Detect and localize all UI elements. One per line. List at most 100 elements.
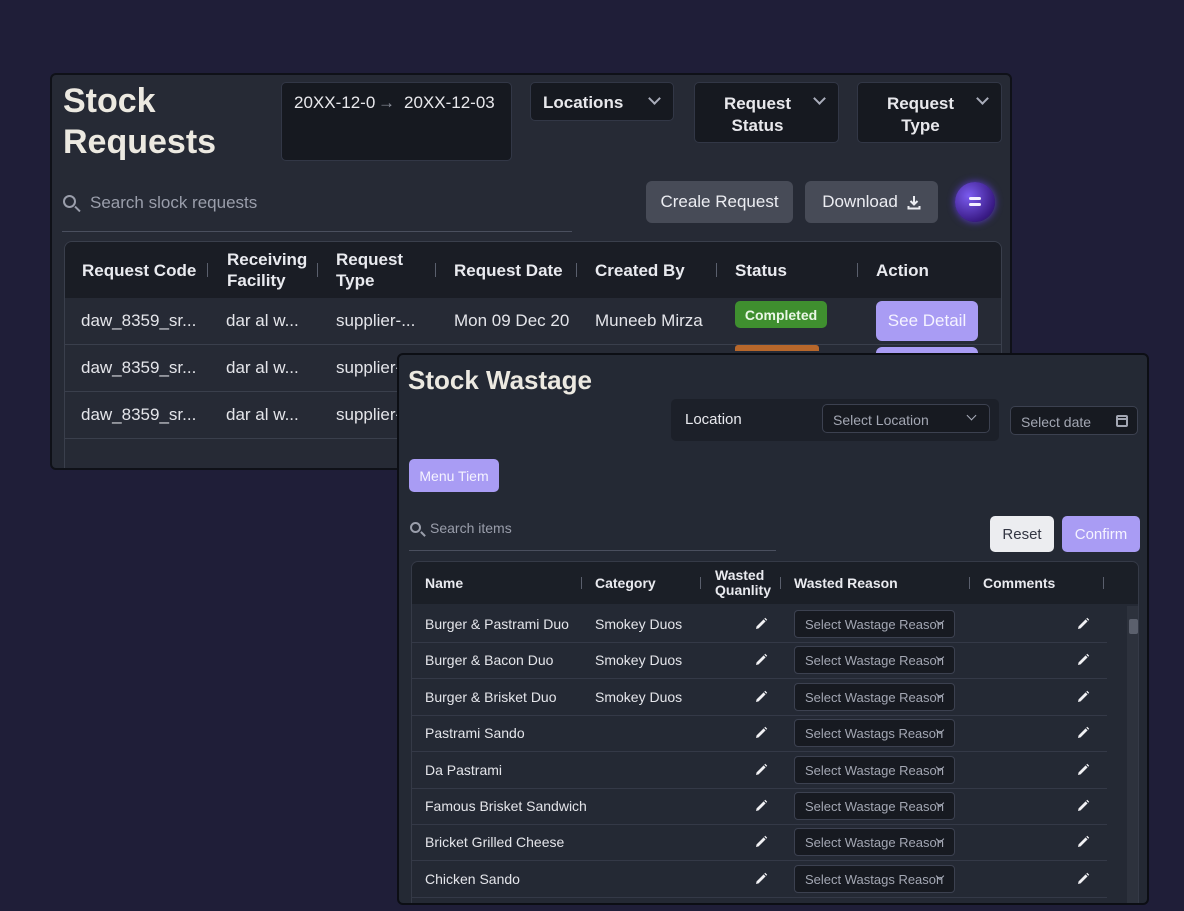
request-status-label-line2: Status xyxy=(731,116,784,135)
request-type-dropdown[interactable]: Request Type xyxy=(857,82,1002,143)
location-filter: Location Select Location xyxy=(671,399,999,441)
column-divider xyxy=(576,263,577,277)
download-button[interactable]: Download xyxy=(805,181,938,223)
edit-quantity-icon[interactable] xyxy=(754,617,768,631)
column-category: Category xyxy=(595,575,656,591)
wastage-reason-placeholder: Select Wastage Reason xyxy=(805,762,944,778)
column-wasted-quantity-line1: Wasted xyxy=(715,567,765,583)
wastage-reason-placeholder: Select Wastage Reason xyxy=(805,689,944,705)
cell-request-code: daw_8359_sr... xyxy=(81,311,197,330)
column-created-by: Created By xyxy=(595,261,685,280)
see-detail-button[interactable]: See Detail xyxy=(876,301,978,341)
edit-comment-icon[interactable] xyxy=(1076,726,1090,740)
edit-comment-icon[interactable] xyxy=(1076,617,1090,631)
edit-quantity-icon[interactable] xyxy=(754,799,768,813)
table-row[interactable]: Da Pastrami Select Wastage Reason xyxy=(412,752,1107,789)
edit-quantity-icon[interactable] xyxy=(754,763,768,777)
wastage-reason-placeholder: Select Wastage Reason xyxy=(805,835,944,851)
wastage-reason-placeholder: Select Wastags Reason xyxy=(805,726,944,742)
status-badge-label: Completed xyxy=(744,306,818,323)
date-select[interactable]: Select date xyxy=(1010,406,1138,435)
wastage-reason-placeholder: Select Wastage Reason xyxy=(805,653,944,669)
create-request-button[interactable]: Creale Request xyxy=(646,181,793,223)
table-row[interactable]: Famous Brisket Sandwich Select Wastage Re… xyxy=(412,788,1107,825)
table-row[interactable]: Burger & Pastrami Duo Smokey Duos Select W… xyxy=(412,606,1107,643)
edit-quantity-icon[interactable] xyxy=(754,872,768,886)
column-name: Name xyxy=(425,575,464,591)
column-divider xyxy=(581,577,582,589)
cell-category: Smokey Duos xyxy=(595,688,683,705)
menu-item-tab[interactable]: Menu Tiem xyxy=(409,459,499,492)
edit-quantity-icon[interactable] xyxy=(754,726,768,740)
wastage-reason-select[interactable]: Select Wastage Reason xyxy=(794,682,955,711)
column-divider xyxy=(857,263,858,277)
page-title-line2: Requests xyxy=(63,123,217,161)
avatar[interactable] xyxy=(955,182,995,222)
chevron-down-icon xyxy=(966,410,977,421)
confirm-button[interactable]: Confirm xyxy=(1062,516,1140,552)
location-select[interactable]: Select Location xyxy=(822,404,990,433)
column-receiving-facility-line1: Receiving xyxy=(227,250,308,269)
locations-dropdown[interactable]: Locations xyxy=(530,82,674,121)
edit-comment-icon[interactable] xyxy=(1076,763,1090,777)
request-type-label-line1: Request xyxy=(886,94,955,113)
edit-comment-icon[interactable] xyxy=(1076,653,1090,667)
cell-request-code: daw_8359_sr... xyxy=(81,405,197,424)
edit-comment-icon[interactable] xyxy=(1076,835,1090,849)
table-row[interactable]: Burger & Bacon Duo Smokey Duos Select Wast… xyxy=(412,642,1107,680)
wastage-reason-select[interactable]: Select Wastags Reason xyxy=(794,864,955,893)
confirm-label: Confirm xyxy=(1074,525,1128,543)
edit-quantity-icon[interactable] xyxy=(754,653,768,667)
scrollbar[interactable] xyxy=(1127,606,1138,903)
search-input[interactable]: Search slock requests xyxy=(62,187,572,232)
wastage-reason-select[interactable]: Select Wastage Reason xyxy=(794,755,955,784)
cell-name: Chicken Sando xyxy=(425,870,520,887)
search-icon xyxy=(410,522,421,533)
edit-comment-icon[interactable] xyxy=(1076,690,1090,704)
column-request-code: Request Code xyxy=(82,261,197,280)
table-row[interactable]: daw_8359_sr... dar al w... supplier-... … xyxy=(65,298,1001,345)
status-badge: Completed xyxy=(735,301,827,328)
search-items-input[interactable]: Search items xyxy=(409,515,776,551)
column-divider xyxy=(716,263,717,277)
column-comments: Comments xyxy=(983,575,1056,591)
request-type-label-line2: Type xyxy=(901,116,940,135)
date-range-picker[interactable]: 20XX-12-0 → 20XX-12-03 xyxy=(281,82,512,161)
wastage-reason-placeholder: Select Wastags Reason xyxy=(805,871,944,887)
wastage-reason-select[interactable]: Select Wastags Reason xyxy=(794,719,955,748)
table-row[interactable]: Chicken Sando Select Wastags Reason xyxy=(412,861,1107,898)
wastage-reason-select[interactable]: Select Wastage Reason xyxy=(794,610,955,638)
menu-item-label: Menu Tiem xyxy=(419,467,489,484)
wastage-reason-select[interactable]: Select Wastage Reason xyxy=(794,646,955,675)
table-row[interactable]: Burger & Brisket Duo Smokey Duos Select Wa… xyxy=(412,679,1107,716)
wastage-reason-select[interactable]: Select Wastage Reason xyxy=(794,828,955,857)
table-row[interactable]: Pastrami Sando Select Wastags Reason xyxy=(412,715,1107,753)
edit-comment-icon[interactable] xyxy=(1076,799,1090,813)
scrollbar-thumb[interactable] xyxy=(1129,619,1138,634)
reset-button[interactable]: Reset xyxy=(990,516,1054,552)
page-title: Stock Requests xyxy=(63,81,216,163)
location-select-placeholder: Select Location xyxy=(833,412,929,428)
edit-quantity-icon[interactable] xyxy=(754,835,768,849)
chevron-down-icon xyxy=(648,92,661,105)
column-divider xyxy=(780,577,781,589)
column-divider xyxy=(317,263,318,277)
arrow-right-icon: → xyxy=(378,93,395,112)
cell-receiving-facility: dar al w... xyxy=(226,358,299,377)
locations-label: Locations xyxy=(543,93,624,112)
cell-name: Burger & Brisket Duo xyxy=(425,688,557,705)
search-placeholder: Search slock requests xyxy=(90,193,258,212)
request-status-dropdown[interactable]: Request Status xyxy=(694,82,839,143)
wastage-reason-select[interactable]: Select Wastage Reason xyxy=(794,792,955,820)
column-receiving-facility: Receiving Facility xyxy=(227,249,307,291)
table-row[interactable]: Bricket Grilled Cheese Select Wastage Rea… xyxy=(412,824,1107,862)
cell-name: Famous Brisket Sandwich xyxy=(425,798,587,814)
edit-quantity-icon[interactable] xyxy=(754,690,768,704)
edit-comment-icon[interactable] xyxy=(1076,872,1090,886)
wastage-reason-placeholder: Select Wastage Reason xyxy=(805,617,944,632)
cell-request-type: supplier- xyxy=(336,405,402,424)
see-detail-label: See Detail xyxy=(887,311,967,330)
column-request-date: Request Date xyxy=(454,261,563,280)
table-header: Name Category Wasted Quanlity Wasted Rea… xyxy=(412,562,1138,604)
column-divider xyxy=(700,577,701,589)
